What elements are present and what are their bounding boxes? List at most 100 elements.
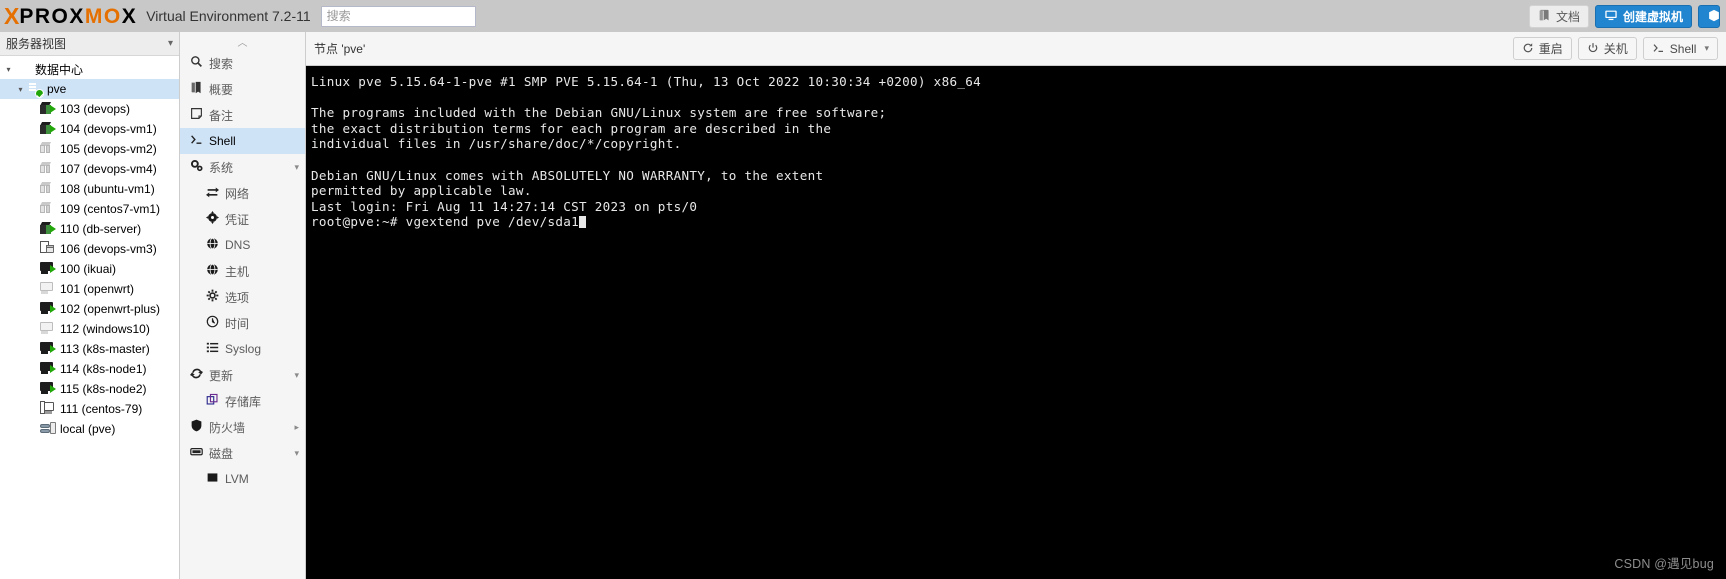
tree-item-label: 102 (openwrt-plus) xyxy=(60,302,161,316)
tree-item-label: 113 (k8s-master) xyxy=(60,342,150,356)
shutdown-button[interactable]: 关机 xyxy=(1577,37,1637,60)
vm-icon xyxy=(40,261,56,277)
nav-item-更新[interactable]: 更新 ▾ xyxy=(180,362,305,388)
create-vm-label: 创建虚拟机 xyxy=(1622,9,1683,24)
nav-item-label: 概要 xyxy=(209,82,234,97)
tree-item[interactable]: 100 (ikuai) xyxy=(0,259,179,279)
nav-item-系统[interactable]: 系统 ▾ xyxy=(180,154,305,180)
nav-item-lvm[interactable]: LVM xyxy=(180,466,305,492)
search-input[interactable] xyxy=(326,9,475,23)
tree-item-label: pve xyxy=(47,82,67,96)
nav-item-搜索[interactable]: 搜索 xyxy=(180,50,305,76)
tree-item[interactable]: 109 (centos7-vm1) xyxy=(0,199,179,219)
proxmox-x-icon: X xyxy=(4,2,19,29)
terminal-line: permitted by applicable law. xyxy=(311,183,532,199)
nav-item-存储库[interactable]: 存储库 xyxy=(180,388,305,414)
nav-item-防火墙[interactable]: 防火墙 ▸ xyxy=(180,414,305,440)
restart-button[interactable]: 重启 xyxy=(1512,37,1572,60)
tree-item-label: 104 (devops-vm1) xyxy=(60,122,157,136)
tree-item[interactable]: 101 (openwrt) xyxy=(0,279,179,299)
terminal-cursor xyxy=(579,216,586,229)
tree-item-label: 109 (centos7-vm1) xyxy=(60,202,161,216)
tree-item-label: 106 (devops-vm3) xyxy=(60,242,157,256)
tree-item[interactable]: 107 (devops-vm4) xyxy=(0,159,179,179)
tree-item[interactable]: local (pve) xyxy=(0,419,179,439)
resource-tree: ▾ 数据中心 ▾ pve 103 (devops) 104 (devops-vm1… xyxy=(0,56,179,579)
tree-item[interactable]: 106 (devops-vm3) xyxy=(0,239,179,259)
container-icon xyxy=(39,201,56,217)
documentation-label: 文档 xyxy=(1555,9,1580,24)
documentation-button[interactable]: 文档 xyxy=(1528,4,1589,28)
tree-item-label: 105 (devops-vm2) xyxy=(60,142,157,156)
proxmox-logo[interactable]: X PROXMOX xyxy=(4,0,137,32)
tree-item[interactable]: 110 (db-server) xyxy=(0,219,179,239)
view-selector[interactable]: 服务器视图 ▾ xyxy=(0,32,179,56)
tree-item[interactable]: 114 (k8s-node1) xyxy=(0,359,179,379)
terminal-output[interactable]: Linux pve 5.15.64-1-pve #1 SMP PVE 5.15.… xyxy=(306,66,1726,579)
firewall-icon xyxy=(188,419,204,435)
content-panel: 节点 'pve' 重启 关机 Shell ▾ Linux pve 5.15.64… xyxy=(306,32,1726,579)
nav-item-label: 主机 xyxy=(225,264,250,279)
breadcrumb: 节点 'pve' xyxy=(314,42,366,56)
tree-children: 103 (devops) 104 (devops-vm1) 105 (devops-… xyxy=(0,99,179,439)
tree-item-datacenter[interactable]: ▾ 数据中心 xyxy=(0,59,179,79)
nav-item-主机[interactable]: 主机 xyxy=(180,258,305,284)
create-ct-button[interactable] xyxy=(1698,4,1720,28)
tree-item[interactable]: 103 (devops) xyxy=(0,99,179,119)
tree-item-label: 114 (k8s-node1) xyxy=(60,362,147,376)
nav-item-凭证[interactable]: 凭证 xyxy=(180,206,305,232)
create-vm-button[interactable]: 创建虚拟机 xyxy=(1594,4,1692,28)
node-icon xyxy=(27,81,44,98)
container-icon xyxy=(1707,9,1719,24)
tree-item[interactable]: 108 (ubuntu-vm1) xyxy=(0,179,179,199)
terminal-line: Debian GNU/Linux comes with ABSOLUTELY N… xyxy=(311,167,824,183)
tree-item[interactable]: 105 (devops-vm2) xyxy=(0,139,179,159)
nav-item-dns[interactable]: DNS xyxy=(180,232,305,258)
product-name: Virtual Environment 7.2-11 xyxy=(146,8,311,24)
tree-item[interactable]: 111 (centos-79) xyxy=(0,399,179,419)
tree-item[interactable]: 113 (k8s-master) xyxy=(0,339,179,359)
nav-item-概要[interactable]: 概要 xyxy=(180,76,305,102)
tree-item-label: 107 (devops-vm4) xyxy=(60,162,157,176)
expander-icon[interactable]: ▾ xyxy=(2,65,15,74)
shell-button[interactable]: Shell ▾ xyxy=(1642,37,1718,60)
hosts-icon xyxy=(204,263,220,279)
proxmox-wordmark: PROXMOX xyxy=(19,4,138,28)
nav-item-label: 时间 xyxy=(225,316,250,331)
nav-item-网络[interactable]: 网络 xyxy=(180,180,305,206)
nav-collapse-toggle[interactable]: ︿ xyxy=(180,32,305,50)
container-icon xyxy=(39,121,56,137)
top-bar: X PROXMOX Virtual Environment 7.2-11 文档 … xyxy=(0,0,1726,32)
global-search-box[interactable] xyxy=(320,5,476,27)
updates-icon xyxy=(188,367,204,383)
nav-item-syslog[interactable]: Syslog xyxy=(180,336,305,362)
tree-item[interactable]: 102 (openwrt-plus) xyxy=(0,299,179,319)
system-icon xyxy=(188,159,204,175)
terminal-line: Linux pve 5.15.64-1-pve #1 SMP PVE 5.15.… xyxy=(311,74,981,89)
chevron-down-icon[interactable]: ▾ xyxy=(294,448,299,459)
tree-item-node-pve[interactable]: ▾ pve xyxy=(0,79,179,99)
shutdown-label: 关机 xyxy=(1603,42,1628,56)
tree-item[interactable]: 115 (k8s-node2) xyxy=(0,379,179,399)
nav-item-选项[interactable]: 选项 xyxy=(180,284,305,310)
tree-item[interactable]: 112 (windows10) xyxy=(0,319,179,339)
nav-item-shell[interactable]: Shell xyxy=(180,128,305,154)
storage-icon xyxy=(40,421,56,437)
expander-icon[interactable]: ▾ xyxy=(14,85,27,94)
chevron-down-icon[interactable]: ▾ xyxy=(1704,43,1709,54)
nav-item-磁盘[interactable]: 磁盘 ▾ xyxy=(180,440,305,466)
nav-item-label: 系统 xyxy=(209,160,234,175)
certificate-icon xyxy=(204,211,220,227)
shell-label: Shell xyxy=(1669,41,1697,56)
nav-item-备注[interactable]: 备注 xyxy=(180,102,305,128)
chevron-down-icon[interactable]: ▾ xyxy=(294,370,299,381)
tree-item[interactable]: 104 (devops-vm1) xyxy=(0,119,179,139)
chevron-down-icon[interactable]: ▾ xyxy=(294,162,299,173)
chevron-right-icon[interactable]: ▸ xyxy=(294,422,299,433)
terminal-line: the exact distribution terms for each pr… xyxy=(311,120,832,136)
nav-item-时间[interactable]: 时间 xyxy=(180,310,305,336)
vm-icon xyxy=(40,381,56,397)
power-icon xyxy=(1587,42,1599,56)
watermark: CSDN @遇见bug xyxy=(1614,557,1714,572)
